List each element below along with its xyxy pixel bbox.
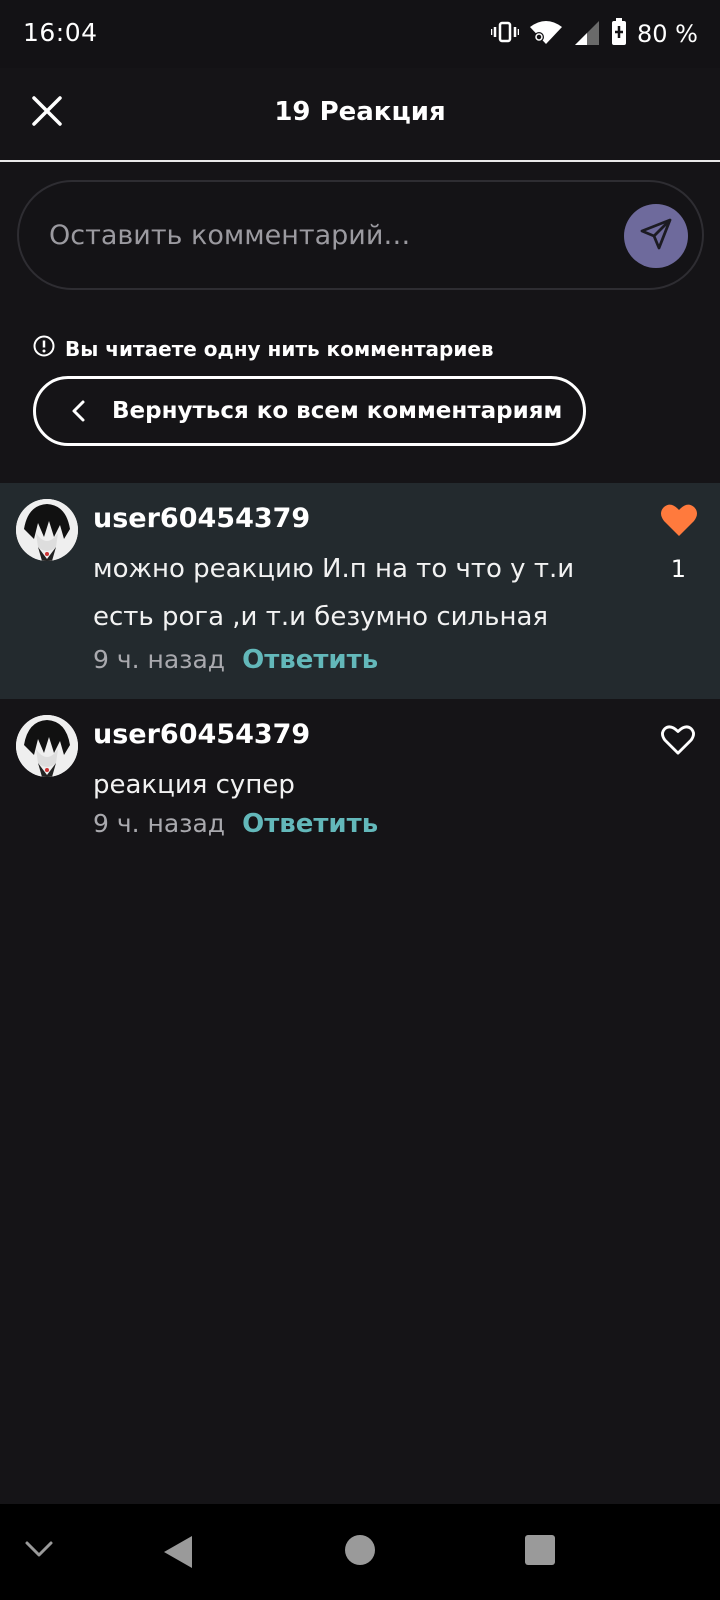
recents-icon bbox=[524, 1534, 556, 1570]
back-button-label: Вернуться ко всем комментариям bbox=[112, 398, 563, 424]
heart-filled-icon bbox=[660, 504, 698, 541]
reply-button[interactable]: Ответить bbox=[242, 809, 378, 839]
wifi-icon bbox=[529, 19, 563, 49]
comment-timestamp: 9 ч. назад bbox=[93, 645, 226, 674]
chevron-down-icon bbox=[24, 1540, 54, 1562]
header: 19 Реакция bbox=[0, 68, 720, 162]
like-button[interactable] bbox=[660, 503, 698, 539]
comment-text: можно реакцию И.п на то что у т.и есть р… bbox=[93, 545, 633, 641]
send-button[interactable] bbox=[624, 204, 688, 268]
comment-username[interactable]: user60454379 bbox=[93, 719, 310, 750]
reply-button[interactable]: Ответить bbox=[242, 645, 378, 675]
back-to-all-comments-button[interactable]: Вернуться ко всем комментариям bbox=[33, 376, 586, 446]
chevron-left-icon bbox=[70, 399, 86, 423]
battery-icon bbox=[611, 18, 627, 50]
comment-meta: 9 ч. назад Ответить bbox=[93, 809, 378, 839]
comment-meta: 9 ч. назад Ответить bbox=[93, 645, 378, 675]
recents-button[interactable] bbox=[524, 1534, 556, 1570]
hide-keyboard-button[interactable] bbox=[24, 1540, 54, 1562]
page-title: 19 Реакция bbox=[274, 97, 446, 127]
comment-text-line: есть рога ,и т.и безумно сильная bbox=[93, 602, 549, 632]
avatar[interactable] bbox=[16, 499, 78, 561]
send-icon bbox=[639, 217, 673, 255]
comment-timestamp: 9 ч. назад bbox=[93, 809, 226, 838]
thread-notice: Вы читаете одну нить комментариев bbox=[33, 335, 494, 362]
battery-percent: 80 % bbox=[637, 20, 698, 48]
info-icon bbox=[33, 335, 55, 362]
comment-input[interactable]: Оставить комментарий… bbox=[17, 180, 704, 290]
system-nav-bar bbox=[0, 1504, 720, 1600]
comment-username[interactable]: user60454379 bbox=[93, 503, 310, 534]
like-count: 1 bbox=[670, 555, 686, 583]
status-time: 16:04 bbox=[23, 18, 98, 47]
home-icon bbox=[344, 1534, 376, 1570]
avatar[interactable] bbox=[16, 715, 78, 777]
comment-text: реакция супер bbox=[93, 761, 633, 809]
home-button[interactable] bbox=[344, 1534, 376, 1570]
vibrate-icon bbox=[490, 20, 520, 48]
status-icons: 80 % bbox=[490, 14, 698, 54]
back-button[interactable] bbox=[162, 1534, 194, 1574]
comment-item: user60454379 можно реакцию И.п на то что… bbox=[0, 483, 720, 699]
back-icon bbox=[162, 1534, 194, 1574]
status-bar: 16:04 80 % bbox=[0, 0, 720, 68]
comment-text-line: реакция супер bbox=[93, 770, 295, 800]
thread-notice-text: Вы читаете одну нить комментариев bbox=[65, 336, 494, 361]
signal-icon bbox=[573, 18, 601, 50]
comment-text-line: можно реакцию И.п на то что у т.и bbox=[93, 554, 575, 584]
comment-input-placeholder: Оставить комментарий… bbox=[49, 220, 411, 251]
heart-outline-icon bbox=[660, 725, 696, 760]
like-button[interactable] bbox=[660, 724, 698, 760]
comment-item: user60454379 реакция супер 9 ч. назад От… bbox=[0, 699, 720, 859]
